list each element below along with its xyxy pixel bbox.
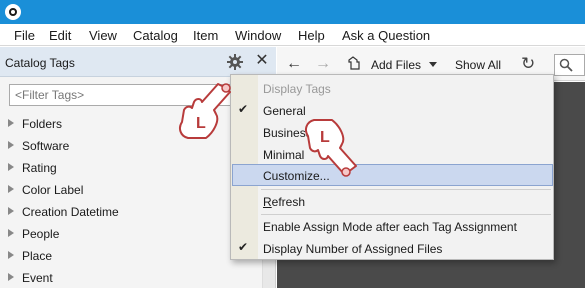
hand-letter: L [196,115,206,132]
menu-item-display-number[interactable]: ✔ Display Number of Assigned Files [232,237,553,259]
tree-item-label: Event [22,271,53,285]
show-all-button[interactable]: Show All [455,58,501,72]
app-logo-icon [5,4,21,20]
add-files-dropdown-icon[interactable] [429,62,437,67]
left-click-hand-icon: L [305,119,357,177]
tree-item-event[interactable]: Event [0,268,262,288]
menu-view[interactable]: View [89,28,117,43]
menu-window[interactable]: Window [235,28,281,43]
search-box[interactable] [554,54,585,76]
menu-item-general[interactable]: ✔ General [232,99,553,121]
menu-item-label: Minimal [263,148,305,162]
menu-item-customize[interactable]: Customize... [232,164,553,186]
tree-item-label: Folders [22,117,63,131]
left-click-hand-icon: L [179,83,231,139]
menu-item-business[interactable]: Business [232,121,553,143]
tree-item-place[interactable]: Place [0,246,262,266]
expand-arrow-icon[interactable] [8,229,14,237]
menu-item-minimal[interactable]: Minimal [232,143,553,165]
menu-item-enable-assign-mode[interactable]: Enable Assign Mode after each Tag Assign… [232,215,553,237]
gear-icon[interactable] [226,53,244,71]
expand-arrow-icon[interactable] [8,119,14,127]
tree-item-label: People [22,227,60,241]
menu-ask-a-question[interactable]: Ask a Question [342,28,430,43]
expand-arrow-icon[interactable] [8,251,14,259]
menu-header: Display Tags [232,77,553,99]
menu-catalog[interactable]: Catalog [133,28,178,43]
menu-file[interactable]: File [14,28,35,43]
tree-item-creation-datetime[interactable]: Creation Datetime [0,202,262,222]
title-bar [0,0,585,24]
tree-item-label: Rating [22,161,57,175]
tree-item-label: Place [22,249,53,263]
menu-item-refresh[interactable]: Refresh [232,190,553,212]
close-panel-button[interactable]: ✕ [255,52,269,70]
tree-item-rating[interactable]: Rating [0,158,262,178]
menu-item-label: Display Number of Assigned Files [263,242,443,256]
checkmark-icon: ✔ [238,102,249,116]
tree-item-color-label[interactable]: Color Label [0,180,262,200]
tree-item-label: Creation Datetime [22,205,119,219]
menu-bar: File Edit View Catalog Item Window Help … [0,24,585,46]
checkmark-icon: ✔ [238,240,249,254]
menu-edit[interactable]: Edit [49,28,71,43]
menu-help[interactable]: Help [298,28,325,43]
expand-arrow-icon[interactable] [8,273,14,281]
tree-item-label: Software [22,139,70,153]
menu-item[interactable]: Item [193,28,218,43]
refresh-button[interactable]: ↻ [521,54,535,74]
panel-title: Catalog Tags [5,56,75,70]
menu-header-label: Display Tags [263,82,331,96]
expand-arrow-icon[interactable] [8,207,14,215]
expand-arrow-icon[interactable] [8,185,14,193]
back-button[interactable]: ← [286,55,302,73]
hand-letter: L [320,129,330,146]
add-files-button[interactable]: Add Files [371,58,421,72]
forward-button[interactable]: → [315,55,331,73]
expand-arrow-icon[interactable] [8,163,14,171]
tree-item-label: Color Label [22,183,84,197]
menu-item-label: Refresh [263,195,306,209]
expand-arrow-icon[interactable] [8,141,14,149]
menu-item-label: Enable Assign Mode after each Tag Assign… [263,220,517,234]
search-icon [559,58,573,72]
add-files-hand-icon[interactable] [347,56,361,70]
panel-header: Catalog Tags ✕ [0,47,276,77]
display-tags-menu: Display Tags ✔ General Business Minimal … [230,74,554,260]
tree-item-people[interactable]: People [0,224,262,244]
